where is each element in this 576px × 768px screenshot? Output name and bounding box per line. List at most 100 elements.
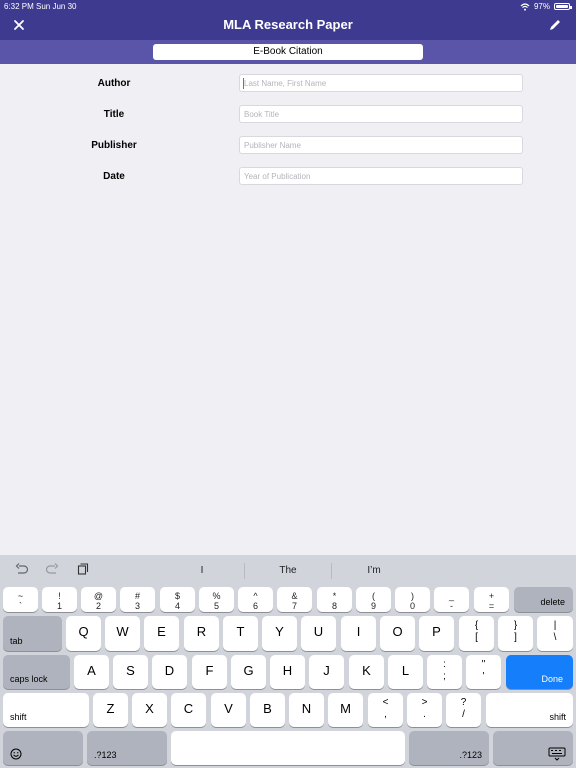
key-k[interactable]: K [349, 655, 384, 689]
key-n[interactable]: N [289, 693, 324, 727]
key-backtick[interactable]: ~ ` [3, 587, 38, 612]
numbers-key-right[interactable]: .?123 [409, 731, 489, 765]
key-comma[interactable]: <, [368, 693, 403, 727]
done-button[interactable]: Done [506, 655, 573, 689]
key-6[interactable]: ^ 6 [238, 587, 273, 612]
key-bottom: 0 [409, 601, 415, 611]
battery-icon [554, 3, 572, 10]
key-a[interactable]: A [74, 655, 109, 689]
key-bottom: 9 [370, 601, 376, 611]
key-quote[interactable]: " ' [466, 655, 501, 689]
key-p[interactable]: P [419, 616, 454, 651]
key-x[interactable]: X [132, 693, 167, 727]
edit-button[interactable] [548, 15, 566, 35]
redo-button[interactable] [44, 563, 60, 579]
key-g[interactable]: G [231, 655, 266, 689]
key-c[interactable]: C [171, 693, 206, 727]
key-t[interactable]: T [223, 616, 258, 651]
tab-key[interactable]: tab [3, 616, 62, 651]
key-8[interactable]: * 8 [317, 587, 352, 612]
key-b[interactable]: B [250, 693, 285, 727]
key-i[interactable]: I [341, 616, 376, 651]
key-top: } [513, 620, 518, 631]
key-1[interactable]: ! 1 [42, 587, 77, 612]
text-cursor [243, 78, 244, 89]
delete-key[interactable]: delete [514, 587, 573, 612]
shift-left-key[interactable]: shift [3, 693, 89, 727]
paste-icon [77, 563, 89, 575]
status-date: Sun Jun 30 [36, 2, 77, 11]
suggestion-2[interactable]: The [248, 565, 328, 576]
key-bracket-left[interactable]: {[ [459, 616, 494, 651]
key-s[interactable]: S [113, 655, 148, 689]
date-input[interactable] [239, 167, 523, 185]
key-9[interactable]: (9 [356, 587, 391, 612]
key-7[interactable]: & 7 [277, 587, 312, 612]
nav-bar: MLA Research Paper [0, 12, 576, 40]
key-o[interactable]: O [380, 616, 415, 651]
form-row-publisher: Publisher [0, 136, 576, 156]
key-l[interactable]: L [388, 655, 423, 689]
author-input[interactable] [239, 74, 523, 92]
key-w[interactable]: W [105, 616, 140, 651]
publisher-input[interactable] [239, 136, 523, 154]
key-r[interactable]: R [184, 616, 219, 651]
caps-lock-key[interactable]: caps lock [3, 655, 70, 689]
key-top: { [474, 620, 479, 631]
key-top: ~ [17, 591, 24, 601]
key-u[interactable]: U [301, 616, 336, 651]
key-z[interactable]: Z [93, 693, 128, 727]
shift-right-key[interactable]: shift [486, 693, 573, 727]
key-bottom: . [423, 709, 426, 720]
key-minus[interactable]: _ - [434, 587, 469, 612]
publisher-label: Publisher [91, 140, 137, 151]
key-j[interactable]: J [309, 655, 344, 689]
key-y[interactable]: Y [262, 616, 297, 651]
key-bottom: 6 [252, 601, 258, 611]
key-semicolon[interactable]: :; [427, 655, 462, 689]
key-2[interactable]: @2 [81, 587, 116, 612]
key-d[interactable]: D [152, 655, 187, 689]
key-bracket-right[interactable]: }] [498, 616, 533, 651]
key-backslash[interactable]: | \ [537, 616, 573, 651]
key-slash[interactable]: ? / [446, 693, 481, 727]
key-f[interactable]: F [192, 655, 227, 689]
key-top: ! [58, 591, 61, 601]
space-key[interactable] [171, 731, 405, 765]
numbers-label: .?123 [94, 750, 117, 760]
key-0[interactable]: ) 0 [395, 587, 430, 612]
form-row-title: Title [0, 105, 576, 125]
key-m[interactable]: M [328, 693, 363, 727]
key-bottom: ; [443, 671, 446, 682]
paste-button[interactable] [75, 563, 91, 579]
key-bottom: , [384, 709, 387, 720]
key-e[interactable]: E [144, 616, 179, 651]
suggestion-1[interactable]: I [162, 565, 242, 576]
key-bottom: 4 [174, 601, 180, 611]
shift-label: shift [549, 712, 566, 722]
key-v[interactable]: V [211, 693, 246, 727]
key-3[interactable]: #3 [120, 587, 155, 612]
suggestion-3[interactable]: I’m [334, 565, 414, 576]
caps-lock-label: caps lock [10, 674, 48, 684]
key-q[interactable]: Q [66, 616, 101, 651]
undo-button[interactable] [14, 563, 30, 579]
key-top: : [443, 659, 446, 670]
done-label: Done [541, 674, 563, 684]
suggestion-divider [331, 563, 332, 579]
key-4[interactable]: $4 [160, 587, 195, 612]
delete-label: delete [540, 597, 565, 607]
key-equals[interactable]: + = [474, 587, 509, 612]
key-bottom: ' [482, 671, 485, 682]
key-5[interactable]: % 5 [199, 587, 234, 612]
key-h[interactable]: H [270, 655, 305, 689]
title-input[interactable] [239, 105, 523, 123]
keyboard-dismiss-key[interactable] [493, 731, 573, 765]
key-bottom: 5 [213, 601, 219, 611]
citation-type-selector[interactable]: E-Book Citation [153, 44, 423, 60]
emoji-key[interactable] [3, 731, 83, 765]
key-period[interactable]: >. [407, 693, 442, 727]
numbers-key-left[interactable]: .?123 [87, 731, 167, 765]
key-top: + [488, 591, 495, 601]
key-bottom: 1 [56, 601, 62, 611]
